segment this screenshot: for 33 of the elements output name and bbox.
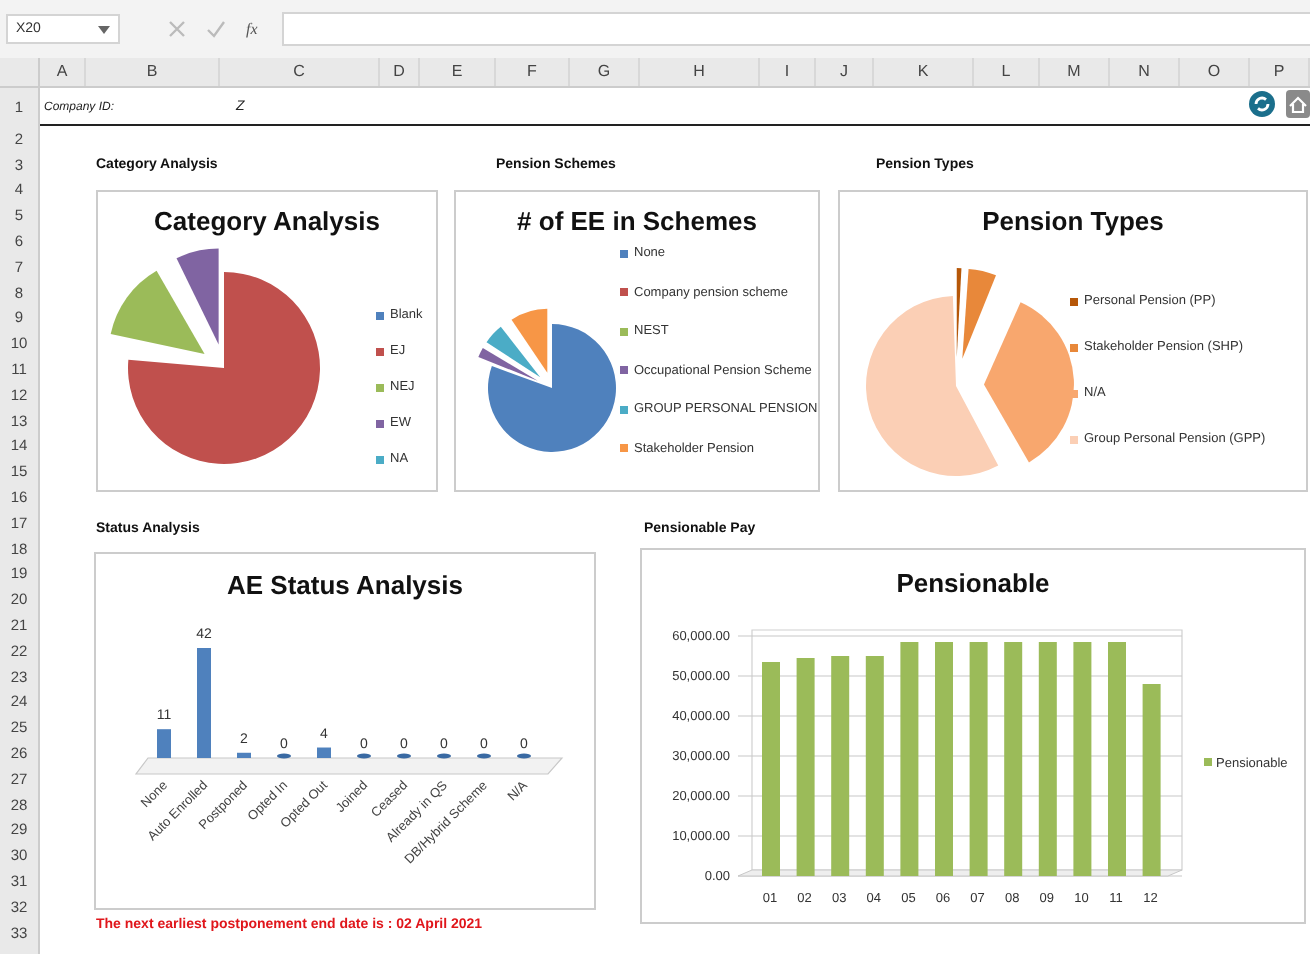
bar xyxy=(317,747,331,758)
column-header[interactable]: A xyxy=(40,58,86,86)
column-header[interactable]: D xyxy=(380,58,420,86)
home-icon[interactable] xyxy=(1286,90,1310,118)
column-header[interactable]: E xyxy=(420,58,496,86)
column-header[interactable]: I xyxy=(760,58,816,86)
chart-title: Pensionable xyxy=(894,568,1052,598)
column-header[interactable]: K xyxy=(874,58,974,86)
column-header[interactable]: F xyxy=(496,58,570,86)
cancel-icon[interactable] xyxy=(168,20,186,38)
column-header[interactable]: G xyxy=(570,58,640,86)
column-header[interactable]: L xyxy=(974,58,1040,86)
column-header[interactable]: J xyxy=(816,58,874,86)
column-header[interactable]: M xyxy=(1040,58,1110,86)
bar xyxy=(197,648,211,758)
column-header[interactable]: N xyxy=(1110,58,1180,86)
bar xyxy=(157,729,171,758)
legend-swatch xyxy=(1204,758,1212,766)
column-header[interactable]: H xyxy=(640,58,760,86)
chart-title: # of EE in Schemes xyxy=(515,206,759,236)
chart-title: Category Analysis xyxy=(152,206,382,236)
checkmark-icon[interactable] xyxy=(206,20,226,38)
chart-title: AE Status Analysis xyxy=(224,570,465,600)
column-header[interactable]: O xyxy=(1180,58,1250,86)
chart-title: Pension Types xyxy=(980,206,1166,236)
formula-input[interactable] xyxy=(281,12,1310,46)
insert-function-button[interactable]: fx xyxy=(246,20,258,38)
column-header[interactable]: C xyxy=(220,58,380,86)
bar xyxy=(237,752,251,758)
caret-icon xyxy=(98,25,110,33)
refresh-icon[interactable] xyxy=(1248,90,1276,118)
column-header[interactable]: B xyxy=(86,58,220,86)
column-header[interactable]: P xyxy=(1250,58,1310,86)
